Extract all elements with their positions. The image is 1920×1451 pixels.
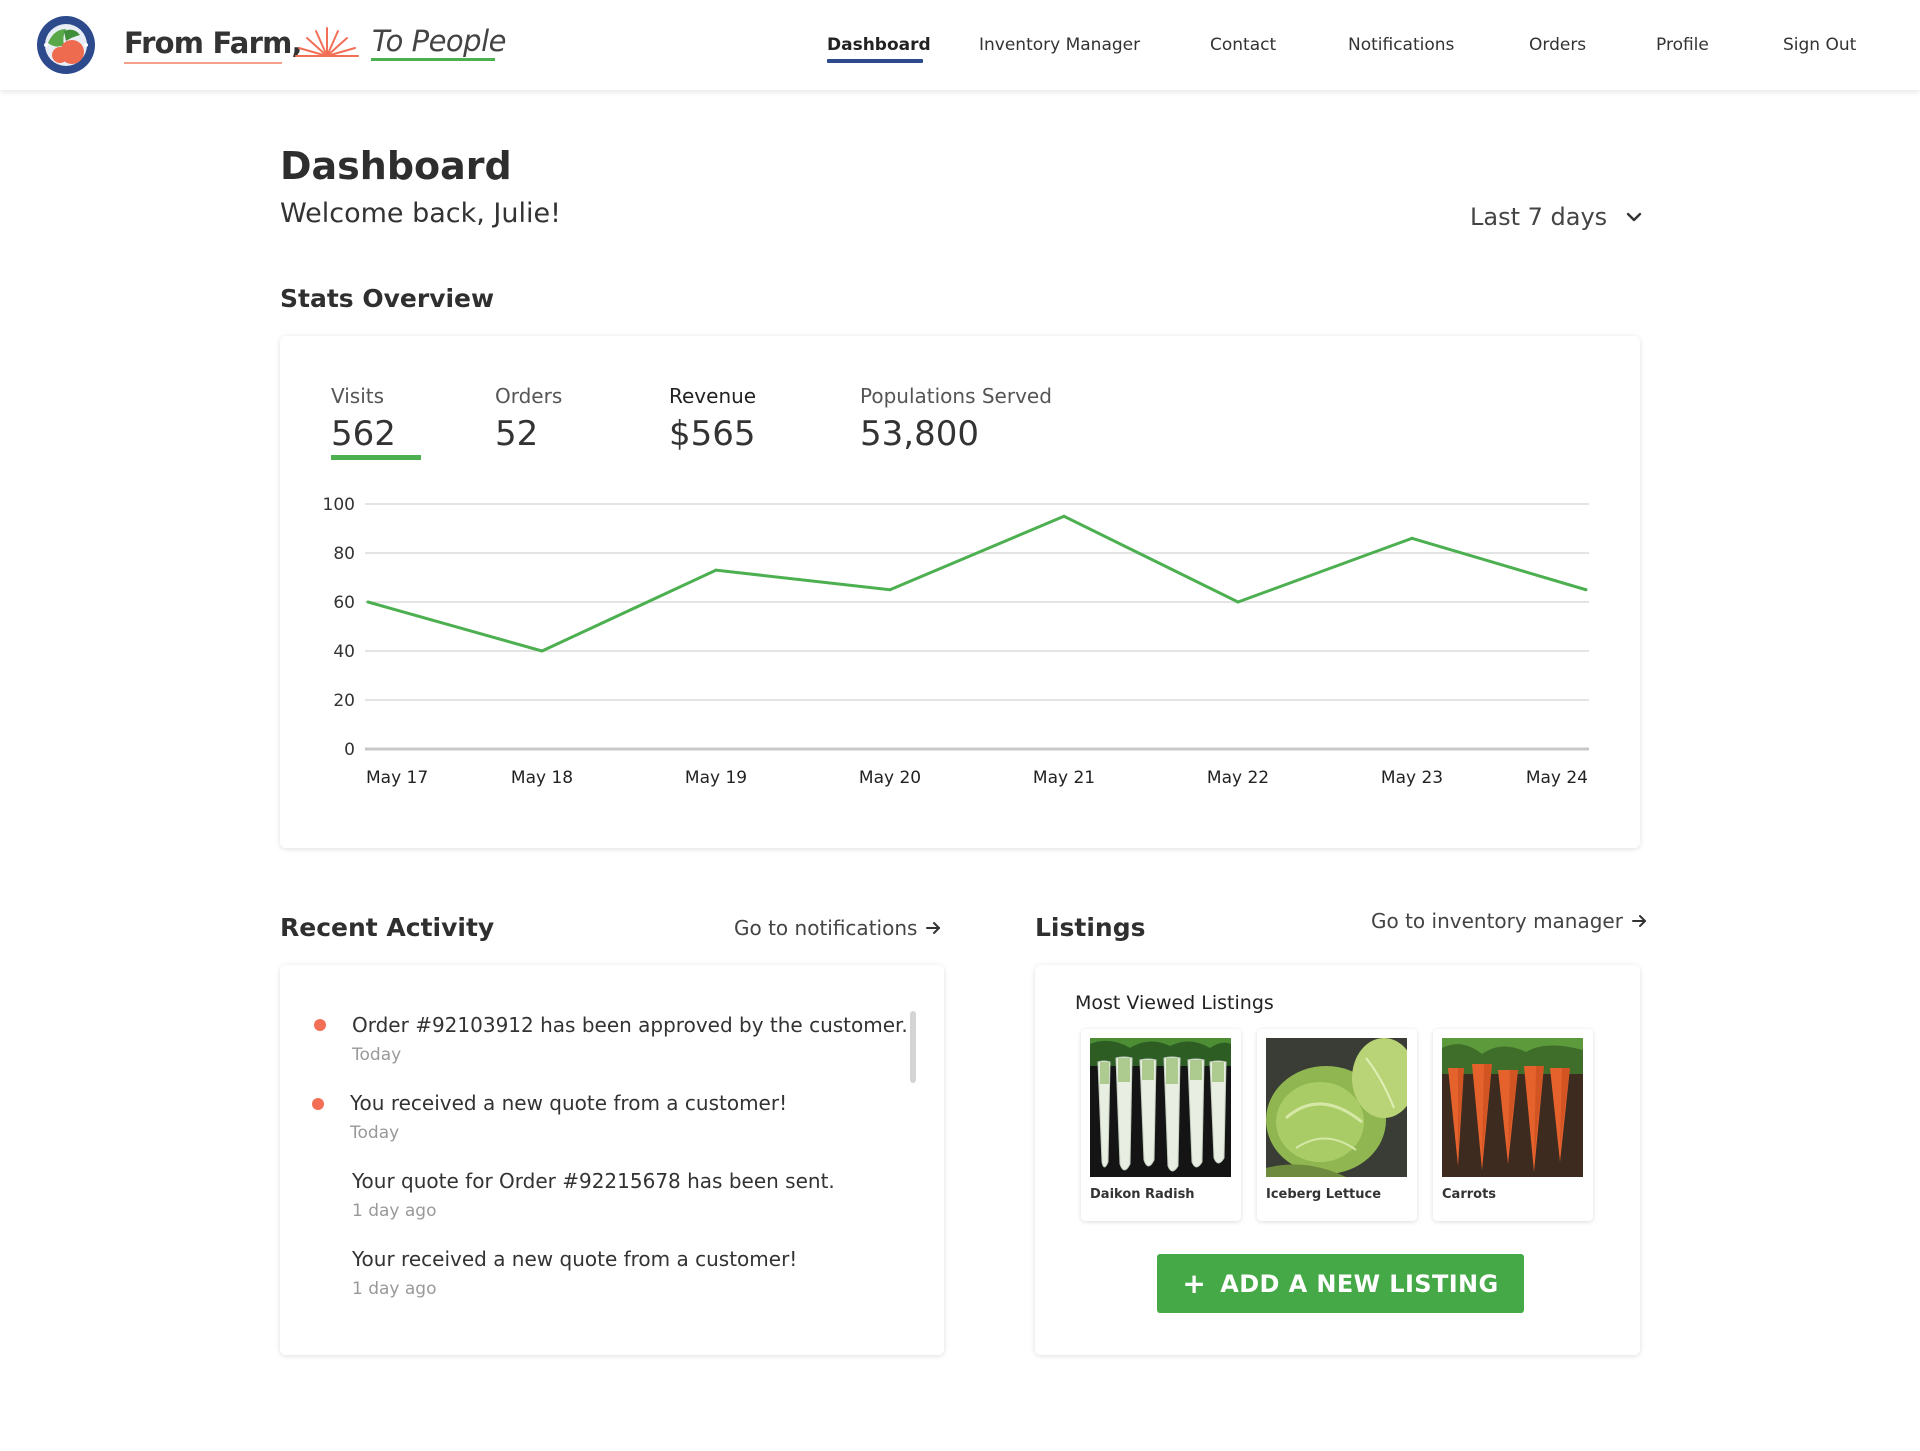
- chart-x-tick-label: May 20: [859, 768, 921, 788]
- most-viewed-listings-title: Most Viewed Listings: [1075, 992, 1274, 1014]
- carrots-photo: [1442, 1038, 1583, 1177]
- chart-x-tick-label: May 17: [366, 768, 428, 788]
- brand-name-to-people: To People: [372, 24, 506, 58]
- plus-icon: +: [1182, 1267, 1207, 1300]
- chart-y-tick-label: 20: [333, 691, 355, 711]
- unread-dot-icon: [312, 1098, 324, 1110]
- chart-y-tick-label: 100: [323, 495, 355, 515]
- activity-scrollbar[interactable]: [910, 1011, 916, 1083]
- activity-item-time: Today: [352, 1045, 402, 1065]
- brand-name-from-farm: From Farm,: [124, 26, 303, 60]
- farm-globe-logo-icon[interactable]: [36, 15, 96, 75]
- nav-orders[interactable]: Orders: [1529, 35, 1586, 55]
- go-to-inventory-manager-link[interactable]: Go to inventory manager: [1371, 909, 1647, 933]
- chart-data-point: [1236, 600, 1240, 604]
- nav-sign-out[interactable]: Sign Out: [1783, 35, 1856, 55]
- chart-x-tick-label: May 21: [1033, 768, 1095, 788]
- chart-y-tick-label: 60: [333, 593, 355, 613]
- brand-underline-green: [371, 58, 495, 61]
- listing-card-daikon-radish[interactable]: Daikon Radish: [1081, 1029, 1241, 1221]
- nav-inventory-manager[interactable]: Inventory Manager: [979, 35, 1140, 55]
- listing-card-carrots[interactable]: Carrots: [1433, 1029, 1593, 1221]
- nav-profile[interactable]: Profile: [1656, 35, 1709, 55]
- chart-data-point: [366, 600, 370, 604]
- activity-item-time: 1 day ago: [352, 1201, 437, 1221]
- chart-x-tick-label: May 19: [685, 768, 747, 788]
- arrow-right-icon: [926, 922, 941, 934]
- activity-item-time: Today: [350, 1123, 400, 1143]
- nav-notifications[interactable]: Notifications: [1348, 35, 1454, 55]
- add-new-listing-label: ADD A NEW LISTING: [1220, 1269, 1499, 1298]
- chart-data-point: [888, 588, 892, 592]
- daikon-radish-photo: [1090, 1038, 1231, 1177]
- chart-y-tick-label: 40: [333, 642, 355, 662]
- unread-dot-icon: [314, 1019, 326, 1031]
- chart-data-point: [714, 568, 718, 572]
- chart-x-tick-label: May 22: [1207, 768, 1269, 788]
- listing-name: Carrots: [1442, 1187, 1497, 1202]
- listings-title: Listings: [1035, 913, 1146, 942]
- go-to-inventory-manager-label: Go to inventory manager: [1371, 909, 1623, 933]
- nav-dashboard[interactable]: Dashboard: [827, 35, 931, 55]
- listing-card-iceberg-lettuce[interactable]: Iceberg Lettuce: [1257, 1029, 1417, 1221]
- chart-data-point: [1410, 536, 1414, 540]
- activity-item-text[interactable]: Order #92103912 has been approved by the…: [352, 1013, 908, 1037]
- chart-x-tick-label: May 24: [1526, 768, 1588, 788]
- chart-x-tick-label: May 18: [511, 768, 573, 788]
- sunburst-icon: [294, 26, 360, 60]
- listing-name: Iceberg Lettuce: [1266, 1187, 1382, 1202]
- chart-y-tick-label: 80: [333, 544, 355, 564]
- listing-name: Daikon Radish: [1090, 1187, 1195, 1202]
- nav-active-indicator: [827, 59, 923, 63]
- activity-item-text[interactable]: Your received a new quote from a custome…: [352, 1247, 797, 1271]
- go-to-notifications-label: Go to notifications: [734, 916, 918, 940]
- arrow-right-icon: [1631, 915, 1646, 927]
- recent-activity-title: Recent Activity: [280, 913, 495, 942]
- activity-item-text[interactable]: Your quote for Order #92215678 has been …: [352, 1169, 835, 1193]
- chart-y-tick-label: 0: [344, 740, 355, 760]
- brand-underline-accent: [124, 62, 282, 64]
- chart-x-tick-label: May 23: [1381, 768, 1443, 788]
- chart-data-point: [1584, 588, 1588, 592]
- top-navigation-bar: From Farm, To People Dashboard Inventory…: [0, 0, 1920, 90]
- go-to-notifications-link[interactable]: Go to notifications: [734, 916, 941, 940]
- activity-item-time: 1 day ago: [352, 1279, 437, 1299]
- iceberg-lettuce-photo: [1266, 1038, 1407, 1177]
- chart-data-point: [1062, 514, 1066, 518]
- add-new-listing-button[interactable]: + ADD A NEW LISTING: [1157, 1254, 1524, 1313]
- chart-data-point: [540, 649, 544, 653]
- nav-contact[interactable]: Contact: [1210, 35, 1276, 55]
- chart-series-line: [367, 514, 1587, 653]
- activity-item-text[interactable]: You received a new quote from a customer…: [350, 1091, 787, 1115]
